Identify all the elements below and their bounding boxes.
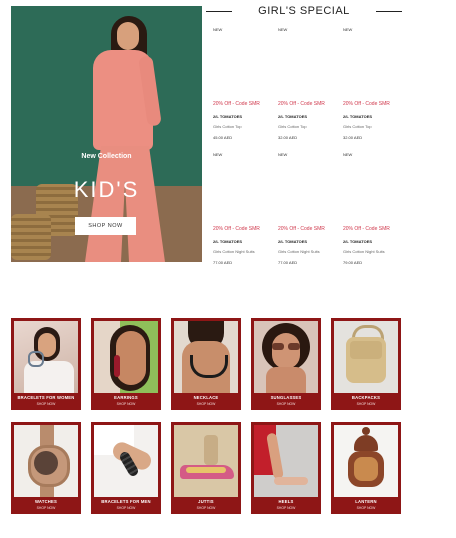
new-badge: NEW [343, 27, 353, 32]
model-face-image [117, 22, 139, 50]
category-bracelets-for-women[interactable]: BRACELETS FOR WOMEN SHOP NOW [11, 318, 81, 410]
product-brand: 2/L TOMATOES [278, 114, 308, 119]
header-divider-left [206, 10, 232, 12]
product-card[interactable]: NEW 20% Off - Code SMR 2/L TOMATOES Girl… [278, 152, 340, 272]
category-label: JUTTIS [198, 499, 214, 504]
product-price: 32.00 AED [343, 135, 363, 140]
product-price: 79.00 AED [343, 260, 363, 265]
product-name[interactable]: Girls Cotton Top [278, 124, 307, 129]
product-name[interactable]: Girls Cotton Night Suits [343, 249, 385, 254]
product-name[interactable]: Girls Cotton Night Suits [278, 249, 320, 254]
section-header: GIRL'S SPECIAL [206, 2, 402, 20]
category-shop-now[interactable]: SHOP NOW [91, 506, 161, 510]
bracelet-image [14, 321, 78, 393]
header-divider-right [376, 10, 402, 12]
necklace-image [174, 321, 238, 393]
category-necklace[interactable]: NECKLACE SHOP NOW [171, 318, 241, 410]
category-sunglasses[interactable]: SUNGLASSES SHOP NOW [251, 318, 321, 410]
category-shop-now[interactable]: SHOP NOW [171, 402, 241, 406]
category-backpacks[interactable]: BACKPACKS SHOP NOW [331, 318, 401, 410]
category-shop-now[interactable]: SHOP NOW [331, 402, 401, 406]
offer-text: 20% Off - Code SMR [278, 226, 325, 232]
new-badge: NEW [343, 152, 353, 157]
category-label: BRACELETS FOR WOMEN [17, 395, 75, 400]
product-name[interactable]: Girls Cotton Top [213, 124, 242, 129]
product-brand: 2/L TOMATOES [278, 239, 308, 244]
wicker-stool-image [11, 214, 51, 260]
earrings-image [94, 321, 158, 393]
category-watches[interactable]: WATCHES SHOP NOW [11, 422, 81, 514]
offer-text: 20% Off - Code SMR [213, 226, 260, 232]
product-price: 77.00 AED [278, 260, 298, 265]
lantern-image [334, 425, 398, 497]
product-price: 32.00 AED [278, 135, 298, 140]
product-card[interactable]: NEW 20% Off - Code SMR 2/L TOMATOES Girl… [213, 27, 275, 147]
mens-bracelet-image [94, 425, 158, 497]
offer-text: 20% Off - Code SMR [213, 101, 260, 107]
category-heels[interactable]: HEELS SHOP NOW [251, 422, 321, 514]
category-shop-now[interactable]: SHOP NOW [251, 402, 321, 406]
category-shop-now[interactable]: SHOP NOW [171, 506, 241, 510]
category-label: NECKLACE [193, 395, 219, 400]
category-bracelets-for-men[interactable]: BRACELETS FOR MEN SHOP NOW [91, 422, 161, 514]
category-earrings[interactable]: EARRINGS SHOP NOW [91, 318, 161, 410]
hero-subtitle: New Collection [81, 153, 132, 160]
category-shop-now[interactable]: SHOP NOW [331, 506, 401, 510]
category-label: EARRINGS [114, 395, 138, 400]
new-badge: NEW [213, 152, 223, 157]
product-price: 45.00 AED [213, 135, 233, 140]
product-name[interactable]: Girls Cotton Top [343, 124, 372, 129]
product-card[interactable]: NEW 20% Off - Code SMR 2/L TOMATOES Girl… [278, 27, 340, 147]
new-badge: NEW [278, 152, 288, 157]
heels-image [254, 425, 318, 497]
category-label: SUNGLASSES [270, 395, 302, 400]
category-label: BRACELETS FOR MEN [101, 499, 151, 504]
hero-title: KID'S [73, 177, 140, 202]
category-shop-now[interactable]: SHOP NOW [11, 506, 81, 510]
product-brand: 2/L TOMATOES [213, 239, 243, 244]
category-shop-now[interactable]: SHOP NOW [91, 402, 161, 406]
hero-banner[interactable]: New Collection KID'S SHOP NOW [11, 6, 202, 262]
product-card[interactable]: NEW 20% Off - Code SMR 2/L TOMATOES Girl… [343, 152, 405, 272]
product-brand: 2/L TOMATOES [343, 239, 373, 244]
sunglasses-image [254, 321, 318, 393]
offer-text: 20% Off - Code SMR [343, 101, 390, 107]
product-card[interactable]: NEW 20% Off - Code SMR 2/L TOMATOES Girl… [213, 152, 275, 272]
new-badge: NEW [213, 27, 223, 32]
category-juttis[interactable]: JUTTIS SHOP NOW [171, 422, 241, 514]
new-badge: NEW [278, 27, 288, 32]
category-label: HEELS [278, 499, 294, 504]
product-brand: 2/L TOMATOES [343, 114, 373, 119]
product-price: 77.00 AED [213, 260, 233, 265]
offer-text: 20% Off - Code SMR [278, 101, 325, 107]
category-shop-now[interactable]: SHOP NOW [11, 402, 81, 406]
section-title: GIRL'S SPECIAL [258, 5, 350, 17]
category-shop-now[interactable]: SHOP NOW [251, 506, 321, 510]
product-brand: 2/L TOMATOES [213, 114, 243, 119]
juttis-image [174, 425, 238, 497]
category-label: BACKPACKS [351, 395, 381, 400]
backpack-image [334, 321, 398, 393]
product-card[interactable]: NEW 20% Off - Code SMR 2/L TOMATOES Girl… [343, 27, 405, 147]
offer-text: 20% Off - Code SMR [343, 226, 390, 232]
watch-image [14, 425, 78, 497]
category-label: LANTERN [355, 499, 377, 504]
category-label: WATCHES [34, 499, 58, 504]
category-lantern[interactable]: LANTERN SHOP NOW [331, 422, 401, 514]
shop-now-button[interactable]: SHOP NOW [75, 217, 136, 235]
product-name[interactable]: Girls Cotton Night Suits [213, 249, 255, 254]
